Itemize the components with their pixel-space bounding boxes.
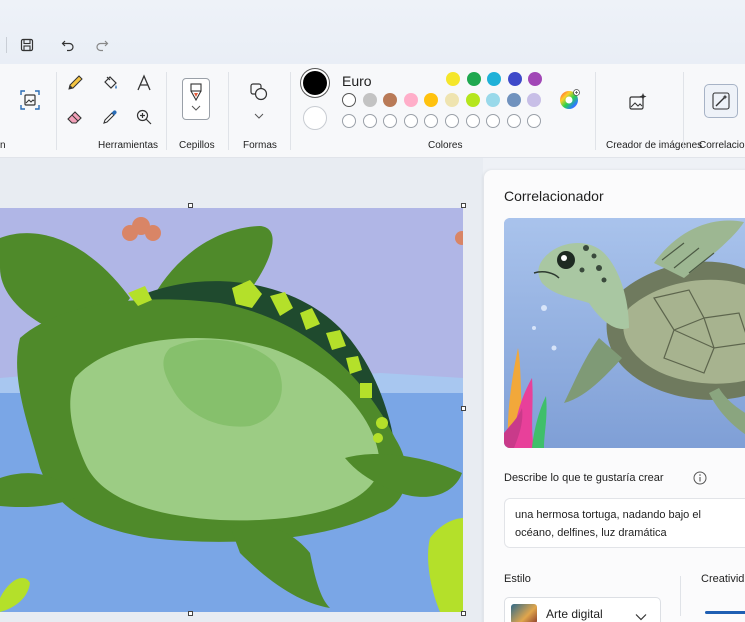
custom-color-slot[interactable] <box>342 114 356 128</box>
text-icon <box>137 74 151 91</box>
edit-colors-button[interactable] <box>556 85 584 113</box>
palette-swatch[interactable] <box>466 72 481 86</box>
shapes-group-label: Formas <box>243 140 277 151</box>
image-select-button[interactable] <box>16 86 44 114</box>
style-label: Estilo <box>504 573 531 585</box>
turtle-drawing <box>0 217 463 612</box>
redo-icon <box>96 40 109 52</box>
drawing-canvas[interactable] <box>0 208 463 612</box>
info-button[interactable] <box>693 471 707 490</box>
shapes-dropdown[interactable] <box>245 102 273 130</box>
resize-handle[interactable] <box>188 203 193 208</box>
image-sparkle-icon <box>629 93 647 110</box>
ribbon-separator <box>56 72 57 150</box>
custom-color-slot[interactable] <box>403 114 418 128</box>
paint-bucket-icon <box>104 76 117 89</box>
pencil-tool[interactable] <box>61 69 89 97</box>
ribbon-separator <box>166 72 167 150</box>
magic-wand-icon <box>712 92 730 110</box>
creativity-label: Creativid <box>701 573 745 585</box>
colors-group-label: Colores <box>428 140 463 151</box>
style-value: Arte digital <box>546 607 603 621</box>
prompt-input[interactable]: una hermosa tortuga, nadando bajo el océ… <box>504 498 745 548</box>
resize-handle[interactable] <box>461 406 466 411</box>
save-button[interactable] <box>16 34 38 56</box>
palette-swatch[interactable] <box>446 72 460 86</box>
primary-color-swatch[interactable] <box>303 71 327 95</box>
current-color-name: Euro <box>342 73 372 89</box>
image-select-icon <box>20 90 40 110</box>
palette-swatch[interactable] <box>342 93 356 107</box>
custom-color-slot[interactable] <box>465 114 480 128</box>
chevron-down-icon <box>635 608 647 622</box>
palette-swatch[interactable] <box>506 93 521 107</box>
palette-swatch[interactable] <box>403 93 418 107</box>
palette-swatch[interactable] <box>507 72 522 86</box>
image-creator-label: Creador de imágenes <box>606 140 703 151</box>
chevron-down-icon <box>191 105 201 111</box>
quick-access-separator <box>6 37 7 53</box>
color-picker-tool[interactable] <box>96 103 124 131</box>
shapes-icon <box>250 83 268 101</box>
undo-icon <box>61 40 74 52</box>
cocreator-panel: Correlacionador Describe lo que te gusta… <box>484 170 745 622</box>
brushes-group-label: Cepillos <box>179 140 215 151</box>
resize-handle[interactable] <box>461 611 466 616</box>
style-dropdown[interactable]: Arte digital <box>504 597 661 622</box>
pencil-icon <box>68 75 83 90</box>
eraser-icon <box>67 111 82 124</box>
palette-swatch[interactable] <box>465 93 480 107</box>
save-icon <box>20 38 34 52</box>
eyedropper-icon <box>103 110 117 124</box>
chevron-down-icon <box>254 113 264 119</box>
fill-tool[interactable] <box>96 69 124 97</box>
text-tool[interactable] <box>130 69 158 97</box>
generated-image-preview[interactable] <box>504 218 745 448</box>
brushes-button[interactable] <box>182 78 210 120</box>
ribbon-separator <box>228 72 229 150</box>
prompt-label: Describe lo que te gustaría crear <box>504 472 664 484</box>
resize-handle[interactable] <box>461 203 466 208</box>
tools-group-label: Herramientas <box>98 140 159 151</box>
creativity-slider[interactable] <box>705 611 745 614</box>
custom-color-slot[interactable] <box>362 114 377 128</box>
info-icon <box>693 471 707 485</box>
ribbon-separator <box>595 72 596 150</box>
ribbon-separator <box>290 72 291 150</box>
cocreator-button[interactable] <box>704 84 738 118</box>
resize-handle[interactable] <box>188 611 193 616</box>
secondary-color-swatch[interactable] <box>303 106 327 130</box>
panel-separator <box>680 576 681 616</box>
zoom-in-icon <box>136 109 152 125</box>
cocreator-group-label: Correlacio <box>699 140 745 151</box>
custom-color-slot[interactable] <box>445 114 459 128</box>
ribbon-separator <box>683 72 684 150</box>
panel-title: Correlacionador <box>504 188 604 204</box>
color-wheel-icon <box>560 89 580 109</box>
undo-button[interactable] <box>57 34 79 56</box>
eraser-tool[interactable] <box>61 103 89 131</box>
style-thumbnail <box>511 604 537 622</box>
custom-color-slot[interactable] <box>506 114 521 128</box>
magnifier-tool[interactable] <box>130 103 158 131</box>
turtle-preview-image <box>504 218 745 448</box>
title-bar <box>0 0 745 64</box>
brush-icon <box>190 83 202 102</box>
palette-swatch[interactable] <box>445 93 459 107</box>
palette-swatch[interactable] <box>362 93 377 107</box>
image-group-label: n <box>0 140 6 151</box>
image-creator-button[interactable] <box>624 88 652 116</box>
redo-button[interactable] <box>91 34 113 56</box>
